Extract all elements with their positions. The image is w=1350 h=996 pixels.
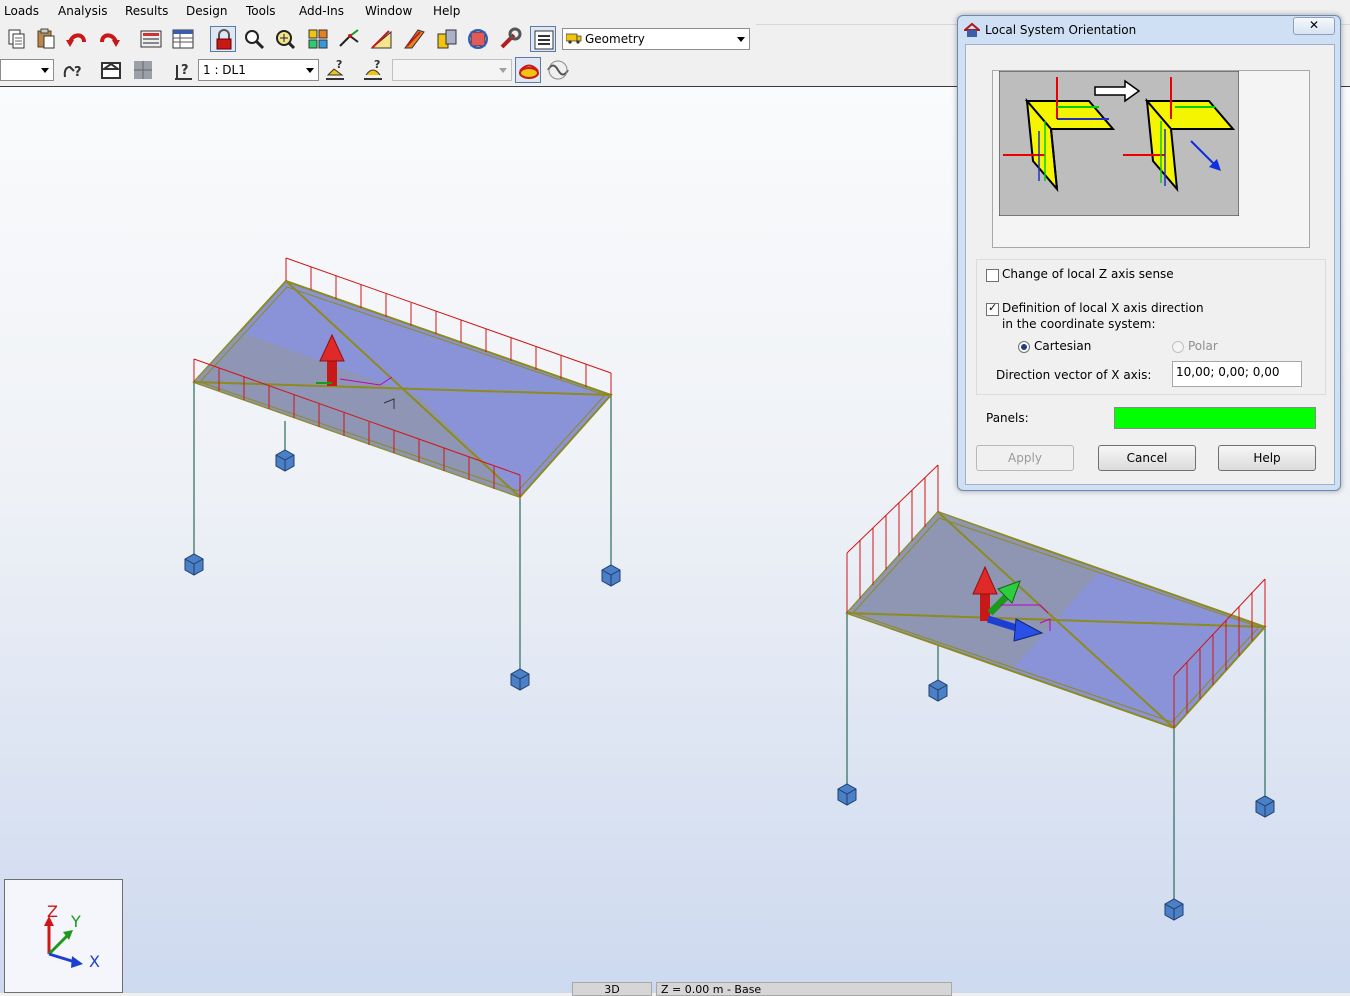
menu-window[interactable]: Window [365, 4, 412, 18]
axis-z-label: Z [47, 902, 58, 921]
undo-icon[interactable] [64, 26, 90, 52]
svg-text:?: ? [181, 63, 189, 78]
direction-vector-label: Direction vector of X axis: [996, 368, 1152, 382]
menu-tools[interactable]: Tools [246, 4, 276, 18]
panels-label: Panels: [986, 411, 1029, 425]
define-x-direction-label-line2: in the coordinate system: [1002, 317, 1156, 331]
cartesian-label: Cartesian [1034, 339, 1092, 353]
global-axes-indicator: Z Y X [4, 879, 123, 993]
rotate-3d-icon[interactable] [465, 26, 491, 52]
svg-text:?: ? [336, 58, 342, 71]
structure-icon[interactable] [434, 26, 460, 52]
define-x-direction-checkbox[interactable] [986, 301, 999, 316]
grid-icon[interactable] [130, 57, 156, 83]
support [601, 564, 621, 587]
view-mode-tab[interactable]: 3D [572, 982, 652, 996]
lock-icon[interactable] [210, 26, 236, 52]
right-structure[interactable] [837, 464, 1275, 921]
app-house-icon [962, 22, 982, 38]
truck-icon [565, 32, 582, 44]
help-button[interactable]: Help [1218, 445, 1316, 471]
menu-help[interactable]: Help [433, 4, 460, 18]
svg-text:?: ? [374, 58, 380, 71]
tables-icon[interactable] [170, 26, 196, 52]
zoom-icon[interactable] [241, 26, 267, 52]
support [275, 449, 295, 472]
define-x-direction-label: Definition of local X axis direction [1002, 301, 1204, 315]
menu-results[interactable]: Results [125, 4, 168, 18]
local-system-orientation-dialog: Local System Orientation ✕ Change of loc… [957, 15, 1341, 491]
wrench-icon[interactable] [497, 26, 523, 52]
axes-icon [44, 916, 83, 968]
menu-analysis[interactable]: Analysis [58, 4, 107, 18]
left-structure[interactable] [184, 257, 621, 691]
orientation-preview [992, 70, 1310, 248]
axis-y-label: Y [71, 912, 81, 931]
bar-section-icon[interactable] [402, 26, 428, 52]
secondary-toolbar: ? ? 1 : DL1 ? ? [0, 55, 756, 85]
chevron-down-icon [306, 68, 314, 73]
support [184, 553, 204, 576]
layout-selector[interactable]: Geometry [562, 28, 750, 50]
direction-vector-input[interactable]: 10,00; 0,00; 0,00 [1172, 361, 1302, 387]
view-manager-icon[interactable] [530, 26, 556, 52]
support [837, 783, 857, 806]
load-case-selector-value: 1 : DL1 [203, 63, 246, 77]
menu-design[interactable]: Design [186, 4, 227, 18]
orientation-diagram-image [999, 71, 1239, 216]
layout-selector-value: Geometry [585, 32, 645, 46]
support [1255, 795, 1275, 818]
close-button[interactable]: ✕ [1293, 17, 1335, 35]
redo-icon[interactable] [96, 26, 122, 52]
load-help-icon[interactable]: ? [170, 57, 196, 83]
paste-icon[interactable] [33, 26, 59, 52]
display-icon[interactable] [305, 26, 331, 52]
zoom-all-icon[interactable] [272, 26, 298, 52]
empty-selector[interactable] [392, 59, 512, 81]
support [510, 668, 530, 691]
support [928, 679, 948, 702]
main-toolbar: Geometry [0, 24, 756, 54]
menu-add-ins[interactable]: Add-Ins [299, 4, 344, 18]
chevron-down-icon [499, 68, 507, 73]
calculator-icon[interactable] [138, 26, 164, 52]
dialog-title: Local System Orientation [985, 23, 1137, 37]
level-indicator[interactable]: Z = 0.00 m - Base [656, 982, 952, 996]
dialog-client-area: Change of local Z axis sense Definition … [965, 44, 1335, 485]
menu-loads[interactable]: Loads [4, 4, 39, 18]
axis-x-label: X [89, 952, 100, 971]
load-definition-icon[interactable]: ? [322, 57, 348, 83]
polar-radio[interactable] [1172, 341, 1184, 353]
copy-icon[interactable] [4, 26, 30, 52]
measure-icon[interactable] [369, 26, 395, 52]
frame-view-icon[interactable] [98, 57, 124, 83]
chevron-down-icon [737, 37, 745, 42]
polar-label: Polar [1188, 339, 1218, 353]
load-table-icon[interactable]: ? [360, 57, 386, 83]
deformation-icon[interactable] [545, 57, 571, 83]
support [1164, 898, 1184, 921]
cancel-button[interactable]: Cancel [1098, 445, 1196, 471]
cartesian-radio[interactable] [1018, 341, 1030, 353]
load-display-icon[interactable] [515, 57, 541, 83]
close-icon: ✕ [1308, 18, 1320, 32]
blank-selector[interactable] [0, 59, 54, 81]
hand-help-icon[interactable]: ? [60, 57, 86, 83]
change-z-sense-label: Change of local Z axis sense [1002, 267, 1174, 281]
chevron-down-icon [41, 68, 49, 73]
load-case-selector[interactable]: 1 : DL1 [198, 59, 319, 81]
change-z-sense-checkbox[interactable] [986, 269, 999, 282]
svg-text:?: ? [74, 65, 82, 80]
apply-button[interactable]: Apply [976, 445, 1074, 471]
node-select-icon[interactable] [336, 26, 362, 52]
view-status-bar: 3D Z = 0.00 m - Base [572, 982, 952, 996]
panels-selection-field[interactable] [1114, 407, 1316, 429]
